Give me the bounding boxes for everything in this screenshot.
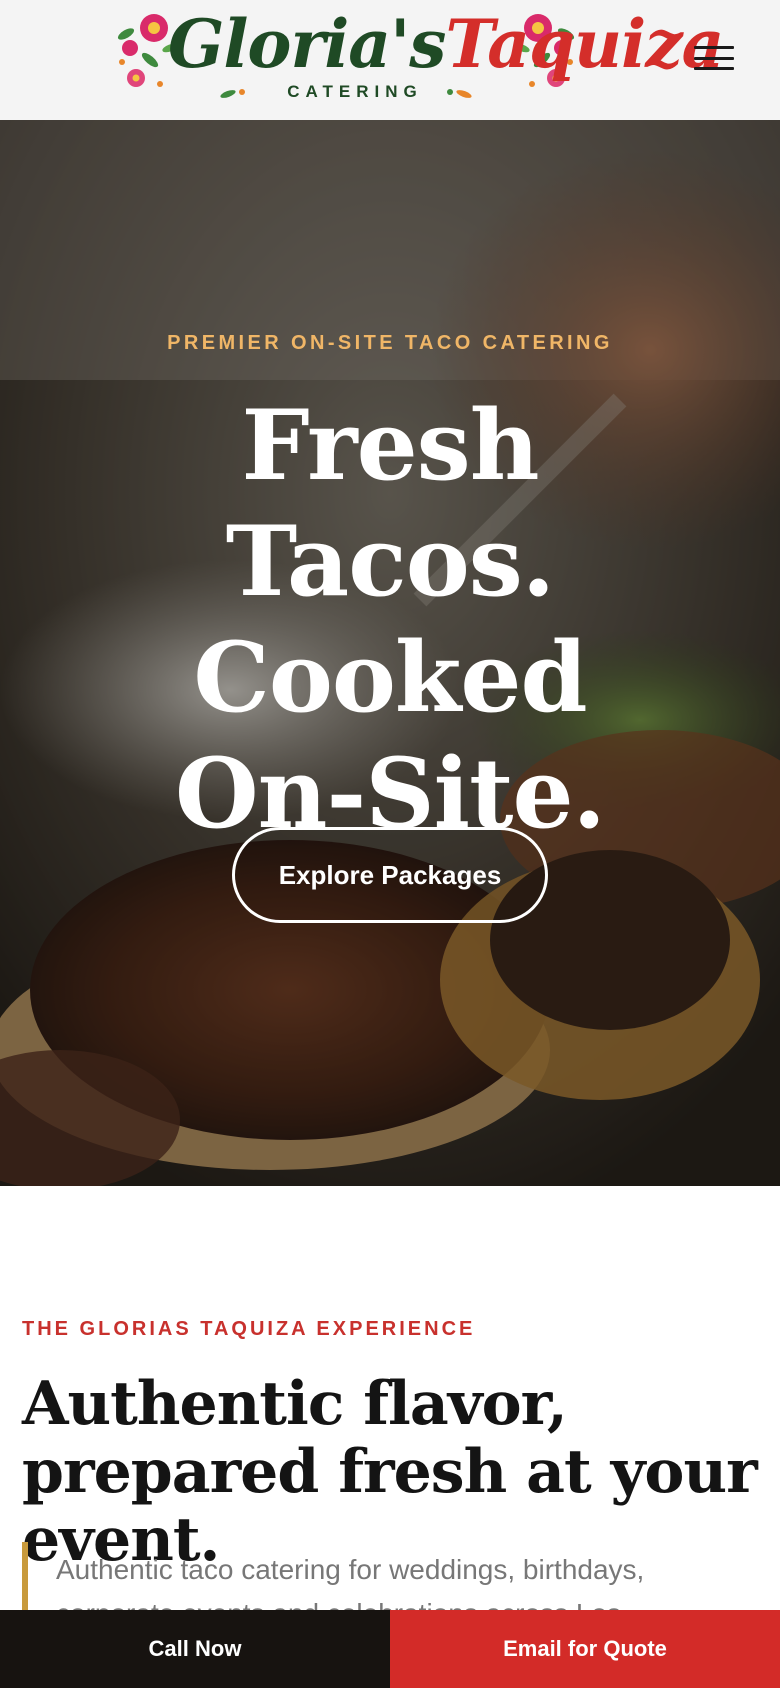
logo-name-part1: Gloria's [168,5,446,83]
menu-line [694,67,734,70]
brand-logo[interactable]: Gloria'sTaquiza CATERING [116,4,724,108]
experience-eyebrow: THE GLORIAS TAQUIZA EXPERIENCE [22,1318,476,1340]
logo-name-part2: Taquiza [445,5,724,83]
menu-line [694,56,734,60]
explore-packages-button[interactable]: Explore Packages [232,827,548,923]
email-for-quote-button[interactable]: Email for Quote [390,1610,780,1688]
hero-eyebrow: PREMIER ON-SITE TACO CATERING [167,332,613,354]
menu-line [694,46,734,49]
call-now-button[interactable]: Call Now [0,1610,390,1688]
site-header: Gloria'sTaquiza CATERING [0,0,780,120]
hamburger-menu-icon[interactable] [690,38,738,78]
hero-section: PREMIER ON-SITE TACO CATERING Fresh Taco… [0,120,780,1186]
sticky-contact-bar: Call Now Email for Quote [0,1610,780,1688]
hero-title: Fresh Tacos. Cooked On-Site. [175,389,606,850]
logo-wordmark: Gloria'sTaquiza [168,4,724,84]
logo-subtitle: CATERING [287,82,423,101]
